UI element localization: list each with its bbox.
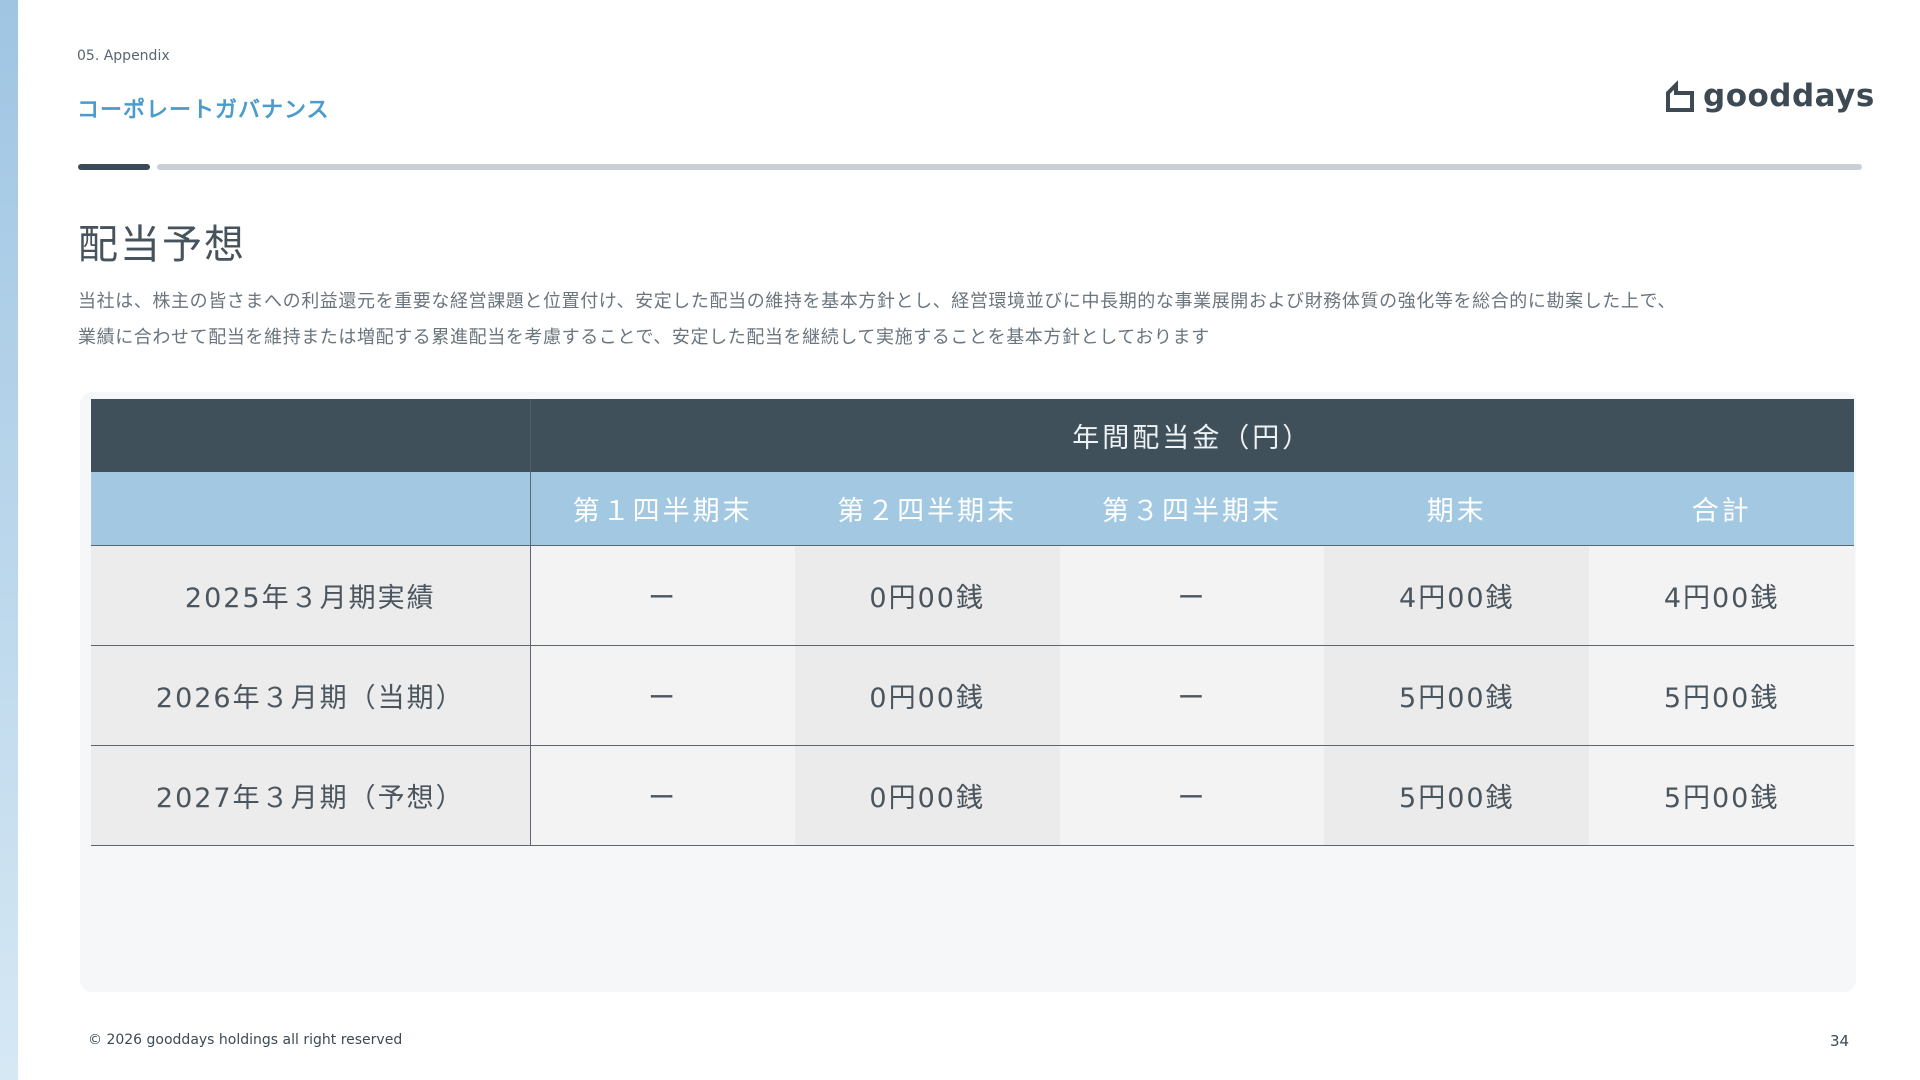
table-cell: ー <box>1059 745 1325 846</box>
description-line: 当社は、株主の皆さまへの利益還元を重要な経営課題と位置付け、安定した配当の維持を… <box>78 291 1676 312</box>
table-cell: 5円00銭 <box>1324 645 1590 746</box>
table-header-row: 年間配当金（円） <box>91 399 1854 472</box>
row-label: 2027年３月期（予想） <box>91 745 531 846</box>
row-label: 2025年３月期実績 <box>91 545 531 646</box>
header-corner-cell <box>91 399 531 472</box>
page-subtitle: コーポレートガバナンス <box>77 98 330 123</box>
header-rule <box>157 164 1862 170</box>
table-cell: ー <box>1059 545 1325 646</box>
table-cell: 4円00銭 <box>1324 545 1590 646</box>
gooddays-logo: gooddays <box>1665 78 1875 114</box>
subheader-corner-cell <box>91 472 531 546</box>
table-cell: 0円00銭 <box>794 745 1060 846</box>
section-label: 05. Appendix <box>77 48 170 64</box>
column-header-q1: 第１四半期末 <box>530 472 795 546</box>
table-cell: ー <box>530 645 795 746</box>
table-subheader-row: 第１四半期末 第２四半期末 第３四半期末 期末 合計 <box>91 472 1854 546</box>
table-cell: 4円00銭 <box>1589 545 1854 646</box>
description-line: 業績に合わせて配当を維持または増配する累進配当を考慮することで、安定した配当を継… <box>78 327 1210 348</box>
house-logo-icon <box>1666 80 1694 112</box>
side-accent-bar <box>0 0 18 1080</box>
page-number: 34 <box>1830 1032 1850 1050</box>
column-header-total: 合計 <box>1589 472 1854 546</box>
header-rule-accent <box>78 164 150 170</box>
column-header-q3: 第３四半期末 <box>1059 472 1325 546</box>
table-cell: 0円00銭 <box>794 545 1060 646</box>
column-header-q2: 第２四半期末 <box>794 472 1060 546</box>
logo-text: gooddays <box>1703 78 1875 114</box>
table-cell: ー <box>530 545 795 646</box>
column-header-year-end: 期末 <box>1324 472 1590 546</box>
table-cell: 0円00銭 <box>794 645 1060 746</box>
page-title: 配当予想 <box>78 222 246 268</box>
table-cell: ー <box>1059 645 1325 746</box>
table-row: 2025年３月期実績 ー 0円00銭 ー 4円00銭 4円00銭 <box>91 545 1854 646</box>
table-cell: 5円00銭 <box>1589 745 1854 846</box>
table-row: 2027年３月期（予想） ー 0円00銭 ー 5円00銭 5円00銭 <box>91 745 1854 846</box>
annual-dividend-header: 年間配当金（円） <box>530 399 1854 472</box>
table-cell: ー <box>530 745 795 846</box>
description: 当社は、株主の皆さまへの利益還元を重要な経営課題と位置付け、安定した配当の維持を… <box>78 284 1838 356</box>
row-label: 2026年３月期（当期） <box>91 645 531 746</box>
footer-copyright: © 2026 gooddays holdings all right reser… <box>88 1032 403 1048</box>
table-cell: 5円00銭 <box>1589 645 1854 746</box>
dividend-table: 年間配当金（円） 第１四半期末 第２四半期末 第３四半期末 期末 合計 2025… <box>91 399 1854 846</box>
table-row: 2026年３月期（当期） ー 0円00銭 ー 5円00銭 5円00銭 <box>91 645 1854 746</box>
table-cell: 5円00銭 <box>1324 745 1590 846</box>
